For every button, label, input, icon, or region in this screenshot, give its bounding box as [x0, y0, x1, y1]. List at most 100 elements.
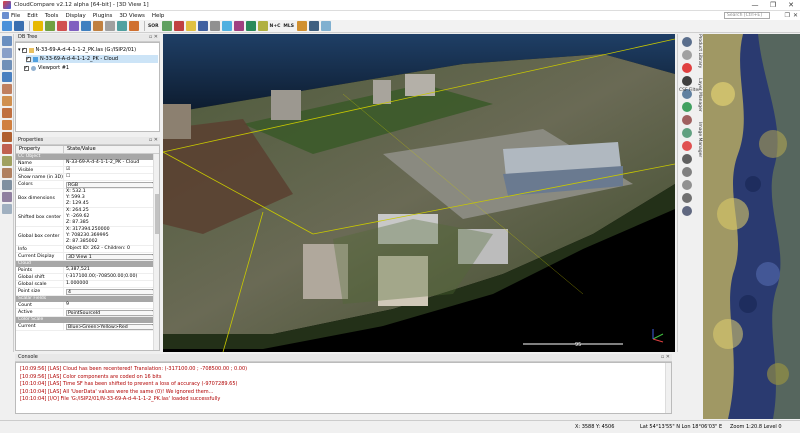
menu-3d-views[interactable]: 3D Views [119, 13, 144, 19]
status-bar: X: 3588 Y: 4506 Lat 54°13'55" N Lon 18°0… [0, 420, 800, 433]
mls-button[interactable]: MLS [283, 24, 294, 29]
3d-view[interactable]: 95 [163, 34, 675, 352]
sample-icon[interactable] [117, 21, 127, 31]
merge-icon[interactable] [129, 21, 139, 31]
m3c2-icon[interactable] [245, 21, 256, 31]
measure-2d-icon[interactable] [682, 193, 692, 203]
hough-icon[interactable] [233, 21, 244, 31]
pick-icon[interactable] [33, 21, 43, 31]
visible-checkbox[interactable]: ☑ [64, 167, 159, 173]
console-panel-buttons[interactable]: ▫ ✕ [661, 354, 670, 361]
menu-tools[interactable]: Tools [45, 13, 59, 19]
arch-icon[interactable] [682, 154, 692, 164]
properties-table-header: Property State/Value [16, 146, 159, 154]
view-bottom-icon[interactable] [2, 144, 12, 154]
properties-panel-buttons[interactable]: ▫ ✕ [149, 137, 158, 144]
canupo-icon[interactable] [209, 21, 220, 31]
qanimation-icon[interactable] [308, 21, 319, 31]
console-scrollbar[interactable] [665, 363, 671, 413]
tree-item-las-file[interactable]: ▾ N-33-69-A-d-4-1-1-2_PK.las (G:/ISIP2/0… [18, 46, 158, 54]
nc-button[interactable]: N+C [270, 24, 281, 29]
poisson-icon[interactable] [257, 21, 268, 31]
colors-select[interactable]: RGB [66, 182, 157, 188]
restore-icon[interactable]: ❐ [785, 12, 790, 19]
pan-icon[interactable] [2, 60, 12, 70]
pivot-icon[interactable] [2, 204, 12, 214]
prop-row-global-shift: Global shift (-317100.00;-708500.00;0.00) [16, 274, 159, 281]
expand-arrow-icon[interactable]: ▾ [18, 46, 21, 54]
sor-button[interactable]: SOR [148, 24, 159, 29]
perspective-icon[interactable] [2, 180, 12, 190]
right-toolbar [677, 34, 697, 352]
cross-section-icon[interactable] [173, 21, 184, 31]
ellipse-icon[interactable] [682, 141, 692, 151]
noise-filter-icon[interactable] [161, 21, 172, 31]
show-name-checkbox[interactable]: ☐ [64, 174, 159, 180]
menu-help[interactable]: Help [152, 13, 165, 19]
export-icon[interactable] [682, 206, 692, 216]
tab-product-library[interactable]: Product Library [697, 34, 702, 68]
visibility-checkbox[interactable] [21, 46, 27, 54]
tree-item-cloud[interactable]: N-33-69-A-d-4-1-1-2_PK - Cloud [26, 55, 158, 63]
menu-file[interactable]: File [11, 13, 20, 19]
ransac-icon[interactable] [185, 21, 196, 31]
compass-icon[interactable] [197, 21, 208, 31]
clip-box-icon[interactable] [69, 21, 79, 31]
pcv-icon[interactable] [296, 21, 307, 31]
segment-icon[interactable] [57, 21, 67, 31]
close-view-icon[interactable]: ✕ [793, 12, 798, 19]
toolbar-separator [144, 21, 145, 31]
view-iso2-icon[interactable] [2, 168, 12, 178]
menu-display[interactable]: Display [65, 13, 85, 19]
tab-image-manager[interactable]: Image Manager [697, 122, 702, 157]
label-icon[interactable] [93, 21, 103, 31]
view-left-icon[interactable] [2, 108, 12, 118]
view-back-icon[interactable] [2, 96, 12, 106]
normal-icon[interactable] [682, 76, 692, 86]
profile-icon[interactable] [682, 167, 692, 177]
view-front-icon[interactable] [2, 84, 12, 94]
save-icon[interactable] [14, 21, 24, 31]
facets-icon[interactable] [221, 21, 232, 31]
view-right-icon[interactable] [2, 120, 12, 130]
open-icon[interactable] [2, 21, 12, 31]
no-entry-icon[interactable] [682, 180, 692, 190]
menu-plugins[interactable]: Plugins [93, 13, 113, 19]
minimize-button[interactable]: — [746, 0, 764, 11]
title-bar: CloudCompare v2.12 alpha [64-bit] - [3D … [0, 0, 800, 11]
ground-icon[interactable] [682, 128, 692, 138]
search-input[interactable]: Search [Ctrl+E] [724, 12, 770, 19]
tree-item-viewport[interactable]: Viewport #1 [18, 64, 158, 72]
zoom-icon[interactable] [2, 72, 12, 82]
properties-scrollbar[interactable] [153, 154, 159, 350]
close-button[interactable]: ✕ [782, 0, 800, 11]
menu-edit[interactable]: Edit [27, 13, 38, 19]
visibility-checkbox[interactable] [24, 64, 29, 72]
hand-icon[interactable] [682, 50, 692, 60]
active-sf-select[interactable]: PointSourceId [66, 310, 157, 316]
visibility-checkbox[interactable] [26, 55, 31, 63]
view-iso-icon[interactable] [2, 156, 12, 166]
db-tree-panel-buttons[interactable]: ▫ ✕ [149, 34, 158, 41]
point-size-select[interactable]: 4 [66, 289, 157, 295]
globe-icon[interactable] [682, 37, 692, 47]
satellite-image-view[interactable] [703, 34, 800, 419]
view-top-icon[interactable] [2, 132, 12, 142]
lights-icon[interactable] [2, 192, 12, 202]
rotate-icon[interactable] [2, 48, 12, 58]
stop-icon[interactable] [682, 63, 692, 73]
point-cloud-render[interactable] [163, 34, 675, 352]
translate-icon[interactable] [45, 21, 55, 31]
maximize-button[interactable]: ❐ [764, 0, 782, 11]
properties-header: Properties ▫ ✕ [15, 137, 160, 145]
scrollbar-thumb[interactable] [155, 194, 159, 234]
tree-icon[interactable] [682, 102, 692, 112]
display-select[interactable]: 3D View 1 [66, 254, 157, 260]
building-icon[interactable] [682, 115, 692, 125]
delete-icon[interactable] [105, 21, 115, 31]
measure-icon[interactable] [81, 21, 91, 31]
tab-layer-manager[interactable]: Layer Manager [697, 78, 702, 112]
color-scale-select[interactable]: Blue>Green>Yellow>Red [66, 324, 157, 330]
shade-icon[interactable] [320, 21, 331, 31]
select-icon[interactable] [2, 36, 12, 46]
